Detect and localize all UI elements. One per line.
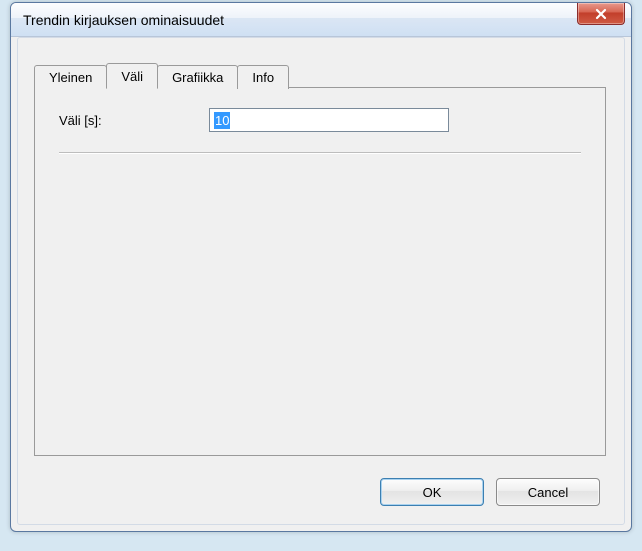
interval-label: Väli [s]: [59,113,209,128]
interval-row: Väli [s]: 10 [59,108,581,132]
button-label: Cancel [528,485,568,500]
dialog-button-row: OK Cancel [380,478,600,506]
tab-general[interactable]: Yleinen [34,65,107,89]
window-title: Trendin kirjauksen ominaisuudet [23,12,224,28]
tab-label: Väli [121,69,143,84]
dialog-client-area: Yleinen Väli Grafiikka Info Väli [s]: [17,37,625,525]
cancel-button[interactable]: Cancel [496,478,600,506]
tab-strip: Yleinen Väli Grafiikka Info [34,62,606,88]
tab-interval[interactable]: Väli [106,63,158,89]
button-label: OK [423,485,442,500]
interval-input-value: 10 [214,112,230,129]
interval-input[interactable]: 10 [209,108,449,132]
close-button[interactable] [577,3,625,25]
tab-label: Yleinen [49,70,92,85]
tab-graphics[interactable]: Grafiikka [157,65,238,89]
separator [59,152,581,154]
tab-info[interactable]: Info [237,65,289,89]
titlebar[interactable]: Trendin kirjauksen ominaisuudet [11,3,631,37]
tab-label: Info [252,70,274,85]
tab-panel-interval: Väli [s]: 10 [34,87,606,456]
dialog-window: Trendin kirjauksen ominaisuudet Yleinen … [10,2,632,532]
ok-button[interactable]: OK [380,478,484,506]
tab-control: Yleinen Väli Grafiikka Info Väli [s]: [34,62,606,456]
tab-label: Grafiikka [172,70,223,85]
close-icon [595,8,607,20]
